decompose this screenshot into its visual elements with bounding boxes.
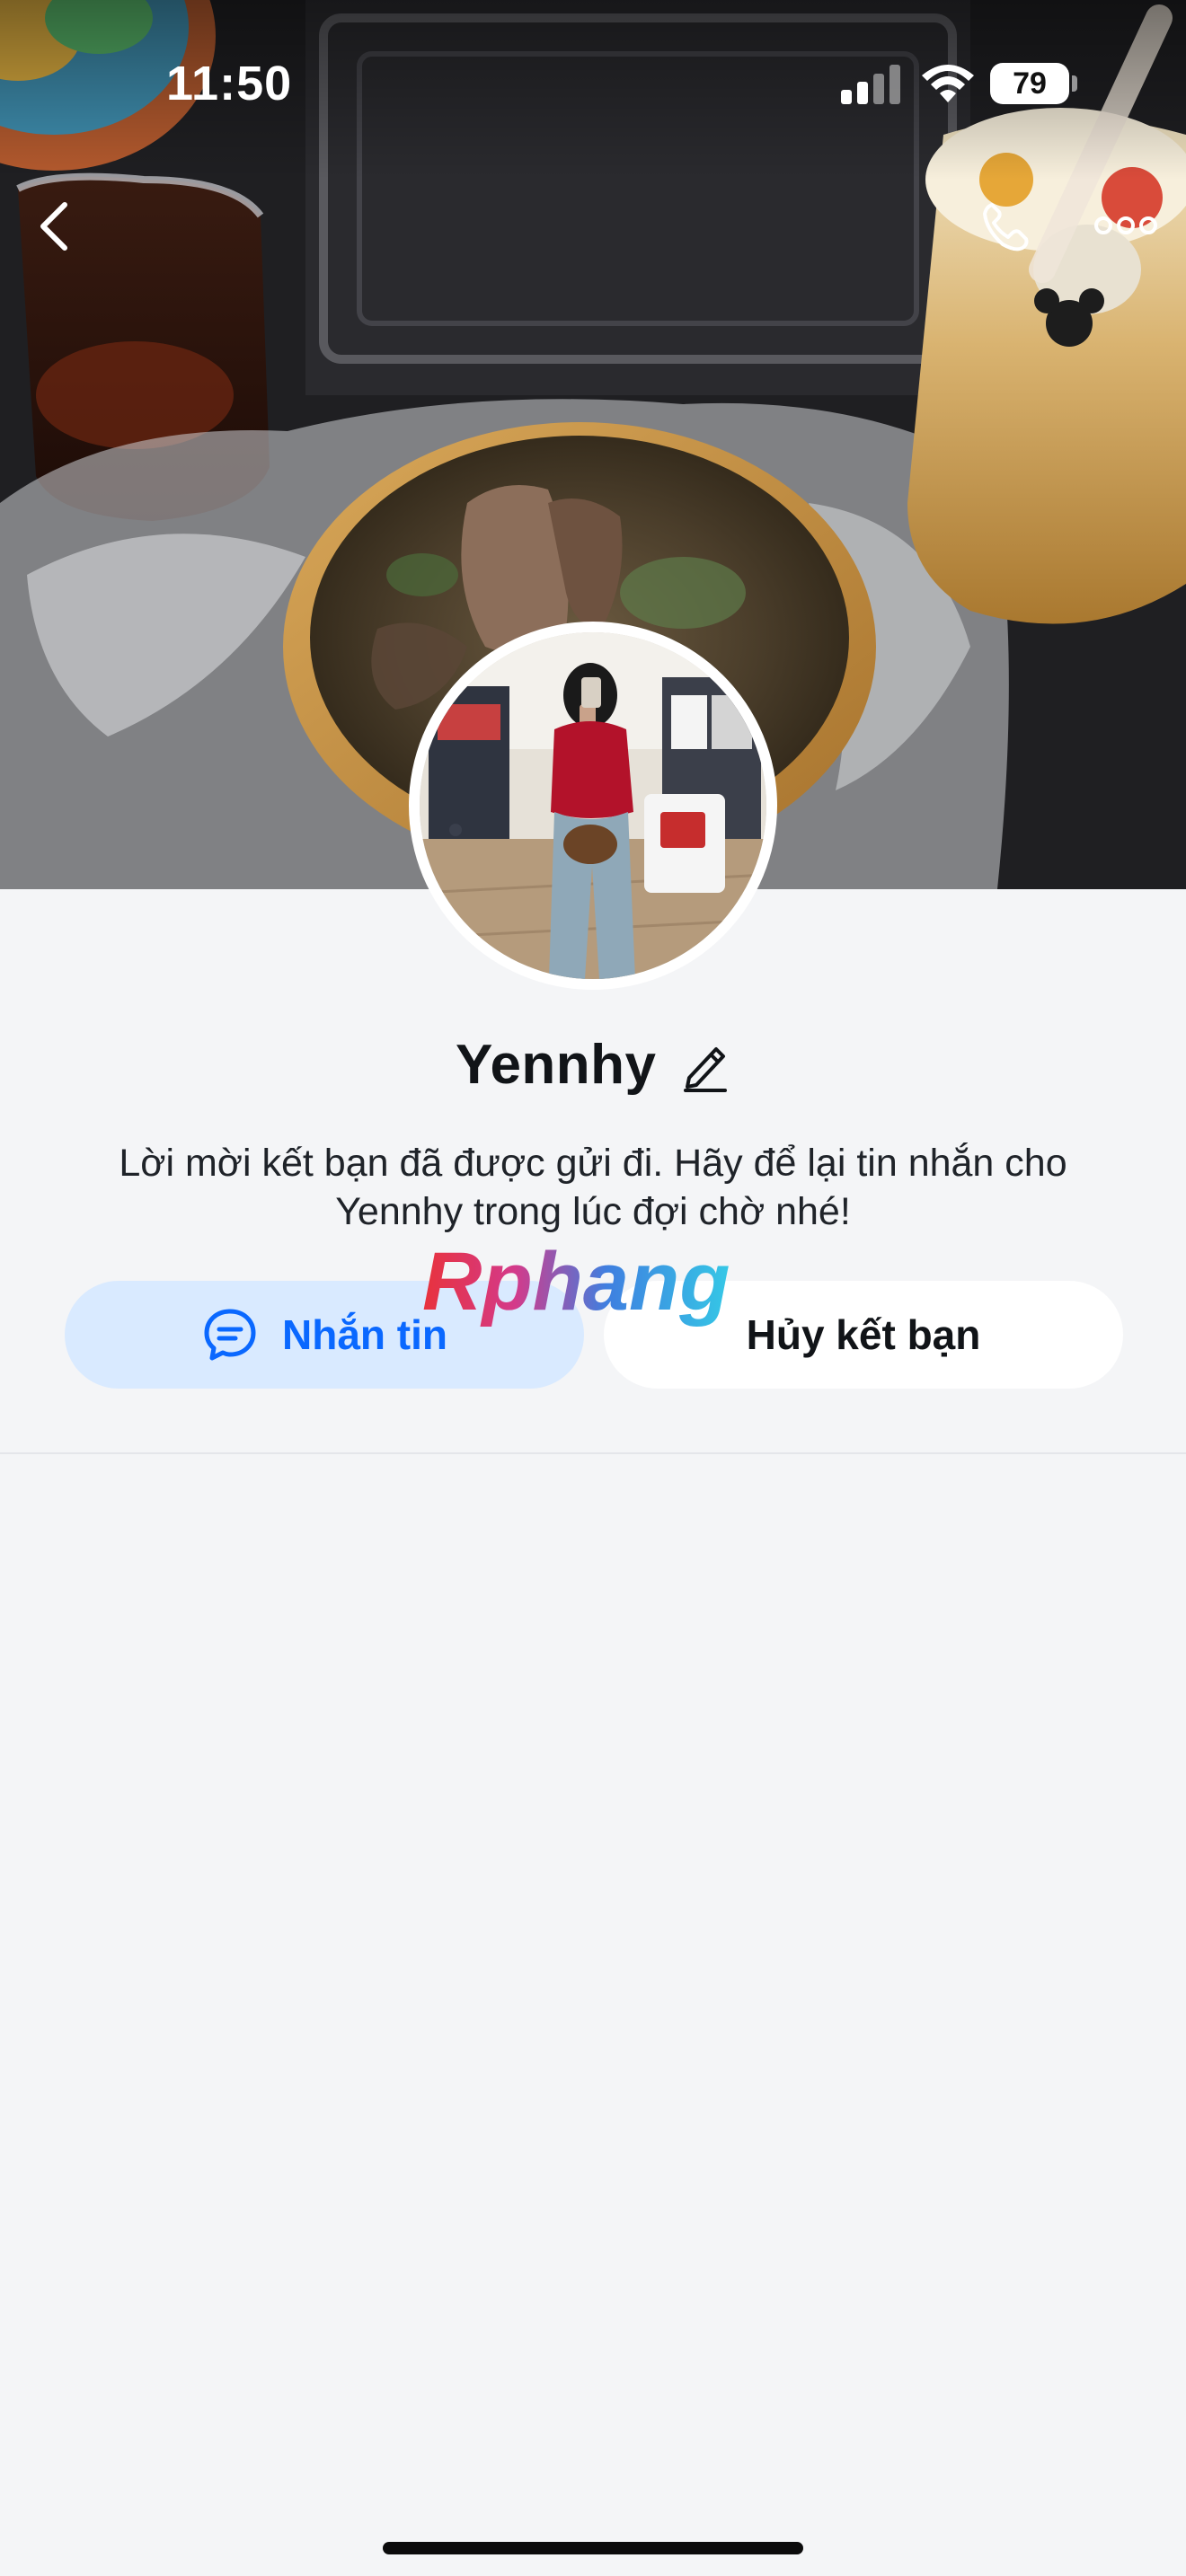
phone-icon[interactable] — [979, 199, 1033, 253]
watermark: Rphang — [422, 1238, 730, 1328]
cellular-signal-icon — [841, 65, 900, 104]
profile-name-row: Yennhy — [0, 1033, 1186, 1105]
avatar[interactable] — [409, 622, 777, 990]
home-indicator[interactable] — [383, 2542, 803, 2554]
battery-cap — [1072, 75, 1077, 92]
profile-name: Yennhy — [456, 1034, 657, 1096]
battery-level: 79 — [990, 63, 1069, 104]
status-bar: 11:50 79 — [0, 0, 1186, 180]
pencil-icon[interactable] — [680, 1038, 730, 1092]
chat-bubble-icon — [204, 1309, 256, 1361]
ellipsis-icon[interactable] — [1094, 212, 1157, 239]
wifi-icon — [922, 65, 974, 102]
chevron-left-icon[interactable] — [34, 199, 74, 253]
avatar-illustration — [420, 632, 766, 979]
friend-request-message: Lời mời kết bạn đã được gửi đi. Hãy để l… — [119, 1142, 1067, 1233]
battery-icon: 79 — [990, 63, 1078, 106]
avatar-photo — [420, 632, 766, 979]
watermark-text: Rphang — [422, 1238, 730, 1328]
section-divider — [0, 1452, 1186, 1454]
status-time: 11:50 — [166, 57, 293, 110]
